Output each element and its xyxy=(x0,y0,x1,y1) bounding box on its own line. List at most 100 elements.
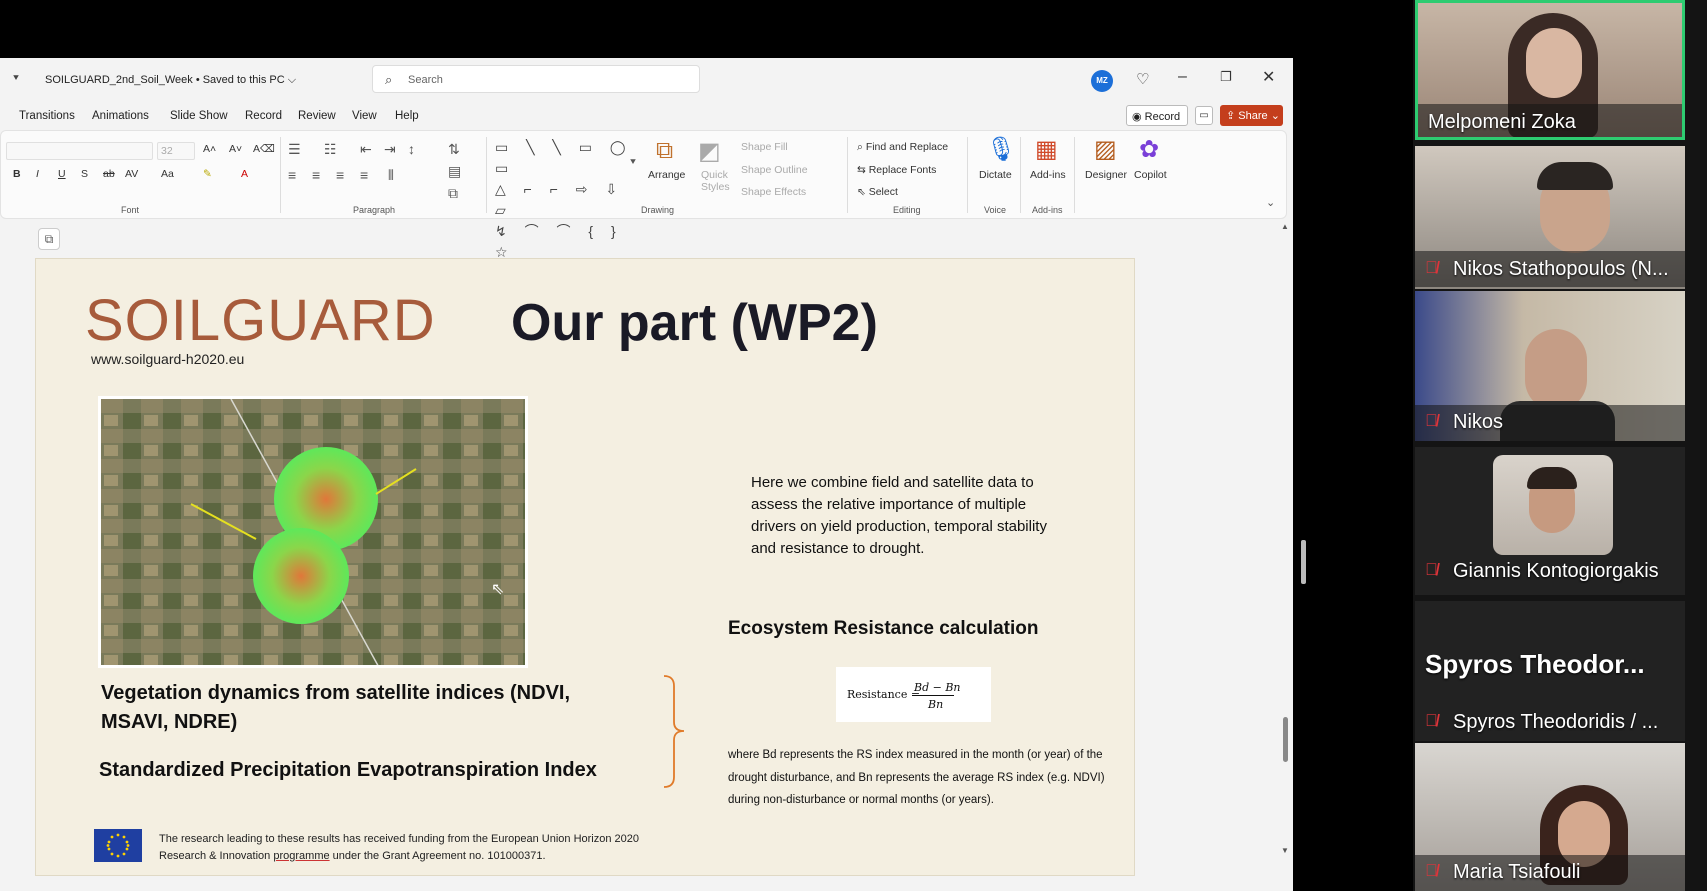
designer-icon[interactable]: ▨ xyxy=(1094,135,1117,164)
dictate-label[interactable]: Dictate xyxy=(979,169,1012,181)
participant-tile[interactable]: 🎙̸ Maria Tsiafouli xyxy=(1415,743,1685,891)
tab-record[interactable]: Record xyxy=(245,110,282,122)
quick-styles-icon[interactable]: ◩ xyxy=(698,137,721,166)
minimize-button[interactable]: – xyxy=(1178,68,1187,86)
align-center-icon[interactable]: ≡ xyxy=(312,167,320,183)
underline-icon[interactable]: U xyxy=(58,168,66,180)
spacing-icon[interactable]: AV xyxy=(125,168,138,180)
lightbulb-icon[interactable]: ♡ xyxy=(1136,70,1149,88)
change-case-icon[interactable]: Aa xyxy=(161,168,174,180)
copilot-icon[interactable]: ✿ xyxy=(1139,135,1159,164)
line-spacing-icon[interactable]: ↕ xyxy=(408,141,415,157)
bullets-icon[interactable]: ☰ xyxy=(288,141,301,158)
menu-bar: Transitions Animations Slide Show Record… xyxy=(0,103,1293,129)
divider xyxy=(280,137,281,213)
tab-help[interactable]: Help xyxy=(395,110,419,122)
share-button[interactable]: ⇪ Share ⌄ xyxy=(1220,105,1283,126)
font-name-input[interactable] xyxy=(6,142,153,160)
close-button[interactable]: ✕ xyxy=(1262,67,1275,87)
find-replace-button[interactable]: ⌕ Find and Replace xyxy=(857,141,948,154)
highlight-icon[interactable]: ✎ xyxy=(203,168,212,180)
ecosystem-resistance-heading: Ecosystem Resistance calculation xyxy=(728,618,1039,639)
formula-explanation: where Bd represents the RS index measure… xyxy=(728,749,1105,806)
strikethrough-icon[interactable]: ab xyxy=(103,168,115,180)
tab-transitions[interactable]: Transitions xyxy=(19,110,75,122)
font-size-input[interactable]: 32 xyxy=(157,142,195,160)
shape-fill-label[interactable]: Shape Fill xyxy=(741,141,788,153)
video-hair xyxy=(1527,467,1577,489)
shadow-icon[interactable]: S xyxy=(81,168,88,180)
divider xyxy=(1074,137,1075,213)
participant-tile[interactable]: Spyros Theodor... 🎙̸ Spyros Theodoridis … xyxy=(1415,601,1685,741)
tab-view[interactable]: View xyxy=(352,110,377,122)
restore-button[interactable]: ❐ xyxy=(1220,69,1232,85)
editing-group-label: Editing xyxy=(893,205,921,215)
muted-mic-icon: 🎙̸ xyxy=(1425,411,1438,430)
satellite-map-image[interactable]: ⇖ xyxy=(98,396,528,668)
microphone-icon[interactable]: 🎙 xyxy=(986,135,1016,164)
columns-icon[interactable]: ⫴ xyxy=(388,167,394,184)
replace-fonts-button[interactable]: ⇆ Replace Fonts xyxy=(857,164,936,176)
addins-icon[interactable]: ▦ xyxy=(1035,135,1058,164)
font-color-icon[interactable]: A xyxy=(241,168,248,180)
arrange-icon[interactable]: ⧉ xyxy=(656,137,673,165)
eu-flag-icon xyxy=(94,829,142,862)
voice-group-label: Voice xyxy=(984,205,1007,215)
divider xyxy=(847,137,848,213)
shapes-gallery[interactable]: ▭ ╲ ╲ ▭ ◯ ▭ △ ⌐ ⌐ ⇨ ⇩ ▱ ↯ ⌒ ⌒ { } ☆ xyxy=(495,137,645,260)
participant-tile[interactable]: 🎙̸ Nikos Stathopoulos (N... xyxy=(1415,146,1685,289)
comments-button[interactable]: ▭ xyxy=(1195,106,1213,125)
collapse-ribbon-icon[interactable]: ⌄ xyxy=(1266,196,1275,209)
search-box[interactable]: ⌕ Search xyxy=(372,65,700,93)
funding-text-underlined: programme xyxy=(273,850,330,862)
curly-brace-icon xyxy=(663,675,685,788)
participant-tile[interactable]: Melpomeni Zoka xyxy=(1415,0,1685,140)
tab-animations[interactable]: Animations xyxy=(92,110,149,122)
document-title[interactable]: SOILGUARD_2nd_Soil_Week • Saved to this … xyxy=(45,74,296,87)
tab-review[interactable]: Review xyxy=(298,110,336,122)
arrange-label[interactable]: Arrange xyxy=(648,169,685,181)
smartart-icon[interactable]: ⧉ xyxy=(448,185,458,202)
designer-label[interactable]: Designer xyxy=(1085,169,1127,181)
record-button[interactable]: ◉ Record xyxy=(1126,105,1188,126)
powerpoint-window: ⯆ SOILGUARD_2nd_Soil_Week • Saved to thi… xyxy=(0,58,1293,891)
bold-icon[interactable]: B xyxy=(13,168,21,180)
shape-outline-label[interactable]: Shape Outline xyxy=(741,164,808,176)
shape-effects-label[interactable]: Shape Effects xyxy=(741,186,806,198)
tab-slide-show[interactable]: Slide Show xyxy=(170,110,228,122)
quick-styles-label[interactable]: Quick Styles xyxy=(701,169,731,193)
numbering-icon[interactable]: ☷ xyxy=(324,141,337,158)
drawing-group-label: Drawing xyxy=(641,205,675,215)
shrink-font-icon[interactable]: A˅ xyxy=(229,143,242,155)
copilot-label[interactable]: Copilot xyxy=(1134,169,1167,181)
more-shapes-icon[interactable]: ⯆ xyxy=(629,157,637,168)
scroll-up-icon[interactable]: ▲ xyxy=(1281,222,1289,231)
align-left-icon[interactable]: ≡ xyxy=(288,167,296,183)
vegetation-dynamics-heading: Vegetation dynamics from satellite indic… xyxy=(101,682,571,733)
justify-icon[interactable]: ≡ xyxy=(360,167,368,183)
grow-font-icon[interactable]: A˄ xyxy=(203,143,216,155)
text-direction-icon[interactable]: ⇅ xyxy=(448,141,460,158)
participant-name: Giannis Kontogiorgakis xyxy=(1453,560,1659,582)
slide-canvas[interactable]: SOILGUARD www.soilguard-h2020.eu Our par… xyxy=(35,258,1135,876)
decrease-indent-icon[interactable]: ⇤ xyxy=(360,141,372,158)
participant-tile[interactable]: 🎙̸ Nikos xyxy=(1415,291,1685,441)
scroll-down-icon[interactable]: ▼ xyxy=(1281,846,1289,855)
paragraph-group-label: Paragraph xyxy=(353,205,396,215)
italic-icon[interactable]: I xyxy=(36,168,39,180)
thumbnails-icon[interactable]: ⧉ xyxy=(38,228,60,250)
align-right-icon[interactable]: ≡ xyxy=(336,167,344,183)
align-text-icon[interactable]: ▤ xyxy=(448,163,461,180)
ribbon: 32 A˄ A˅ A⌫ B I U S ab AV Aa ✎ A Font ☰ … xyxy=(0,130,1287,260)
addins-label[interactable]: Add-ins xyxy=(1030,169,1066,181)
select-button[interactable]: ⇖ Select xyxy=(857,186,898,198)
vertical-scrollbar[interactable]: ▲ ▼ xyxy=(1278,220,1293,891)
panel-resize-handle[interactable] xyxy=(1301,540,1306,584)
font-group-label: Font xyxy=(121,205,140,215)
avatar[interactable]: MZ xyxy=(1091,70,1113,92)
clear-format-icon[interactable]: A⌫ xyxy=(253,143,275,155)
participant-tile[interactable]: 🎙̸ Giannis Kontogiorgakis xyxy=(1415,447,1685,595)
scroll-thumb[interactable] xyxy=(1283,717,1288,762)
quick-access-dropdown-icon[interactable]: ⯆ xyxy=(12,73,20,84)
increase-indent-icon[interactable]: ⇥ xyxy=(384,141,396,158)
